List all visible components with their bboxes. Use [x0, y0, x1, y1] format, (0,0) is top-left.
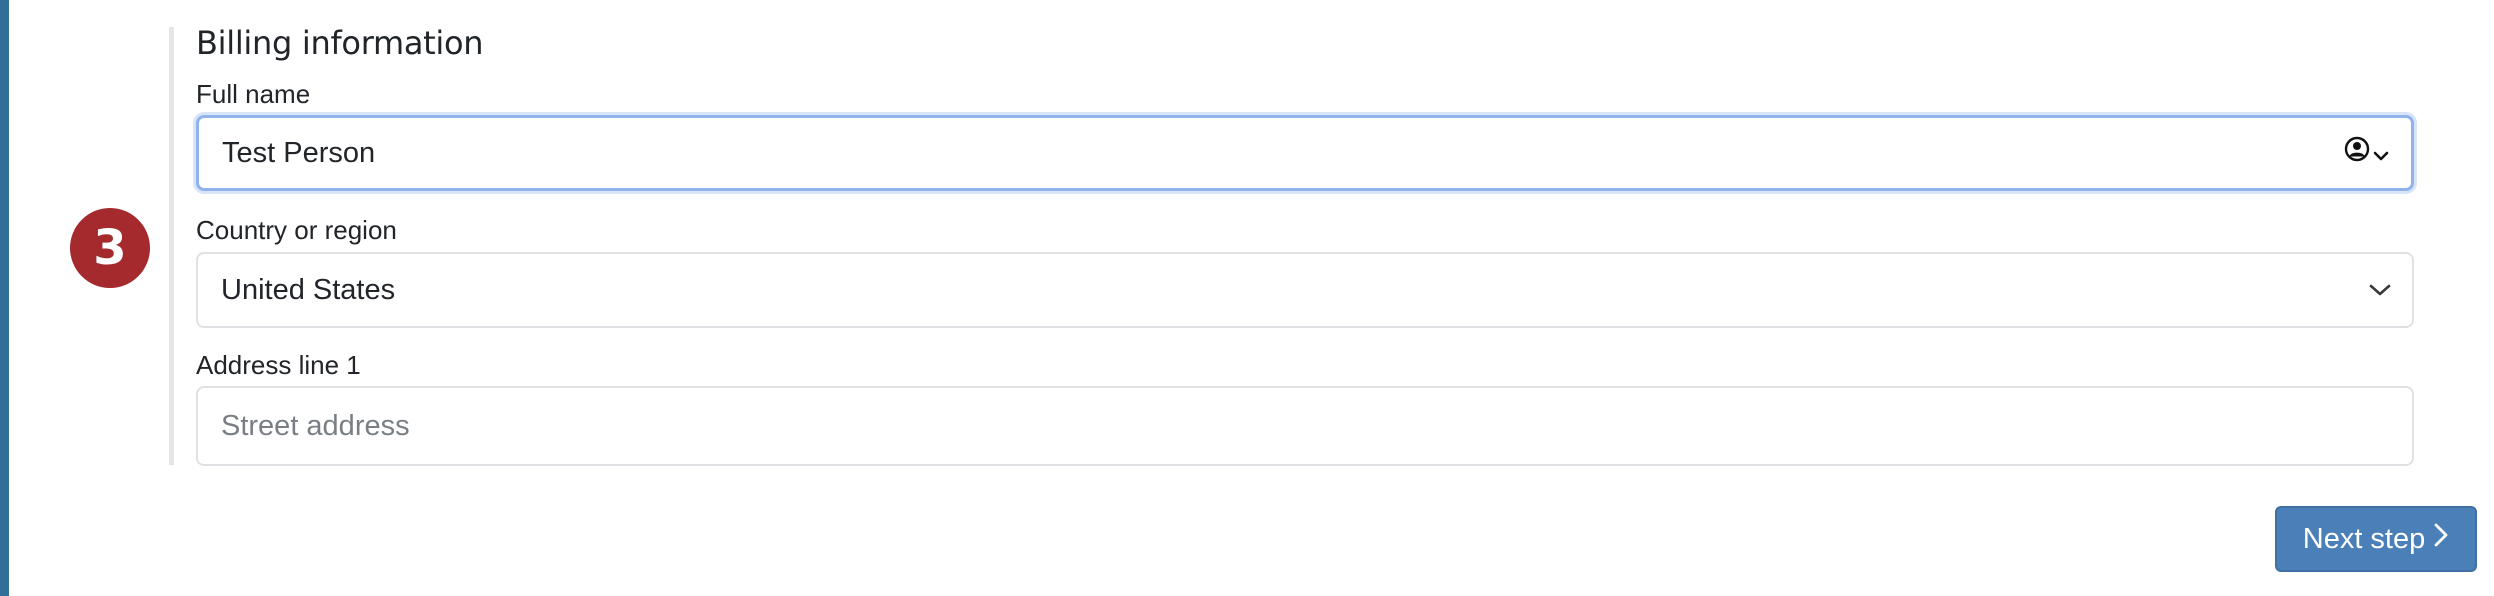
full-name-label: Full name: [196, 79, 311, 109]
billing-page: 3 Billing information Full name Test Per…: [0, 0, 2494, 596]
country-label: Country or region: [196, 215, 397, 245]
full-name-field[interactable]: Test Person: [196, 115, 2414, 191]
chevron-down-icon: [2368, 282, 2392, 298]
step-number-badge: 3: [70, 208, 150, 288]
autofill-contact-button[interactable]: [2344, 136, 2389, 170]
section-divider: [169, 27, 174, 465]
address-line1-field[interactable]: Street address: [196, 386, 2414, 466]
full-name-value: Test Person: [222, 136, 376, 169]
next-step-label: Next step: [2302, 522, 2426, 555]
person-circle-icon: [2344, 136, 2370, 170]
address-line1-label: Address line 1: [196, 350, 361, 380]
country-value: United States: [221, 273, 396, 306]
chevron-right-icon: [2433, 522, 2449, 556]
chevron-down-icon: [2373, 137, 2389, 170]
address-line1-placeholder: Street address: [221, 409, 410, 442]
country-select[interactable]: United States: [196, 252, 2414, 328]
left-edge-bar: [0, 0, 9, 596]
next-step-button[interactable]: Next step: [2275, 506, 2477, 572]
section-title: Billing information: [196, 24, 484, 62]
